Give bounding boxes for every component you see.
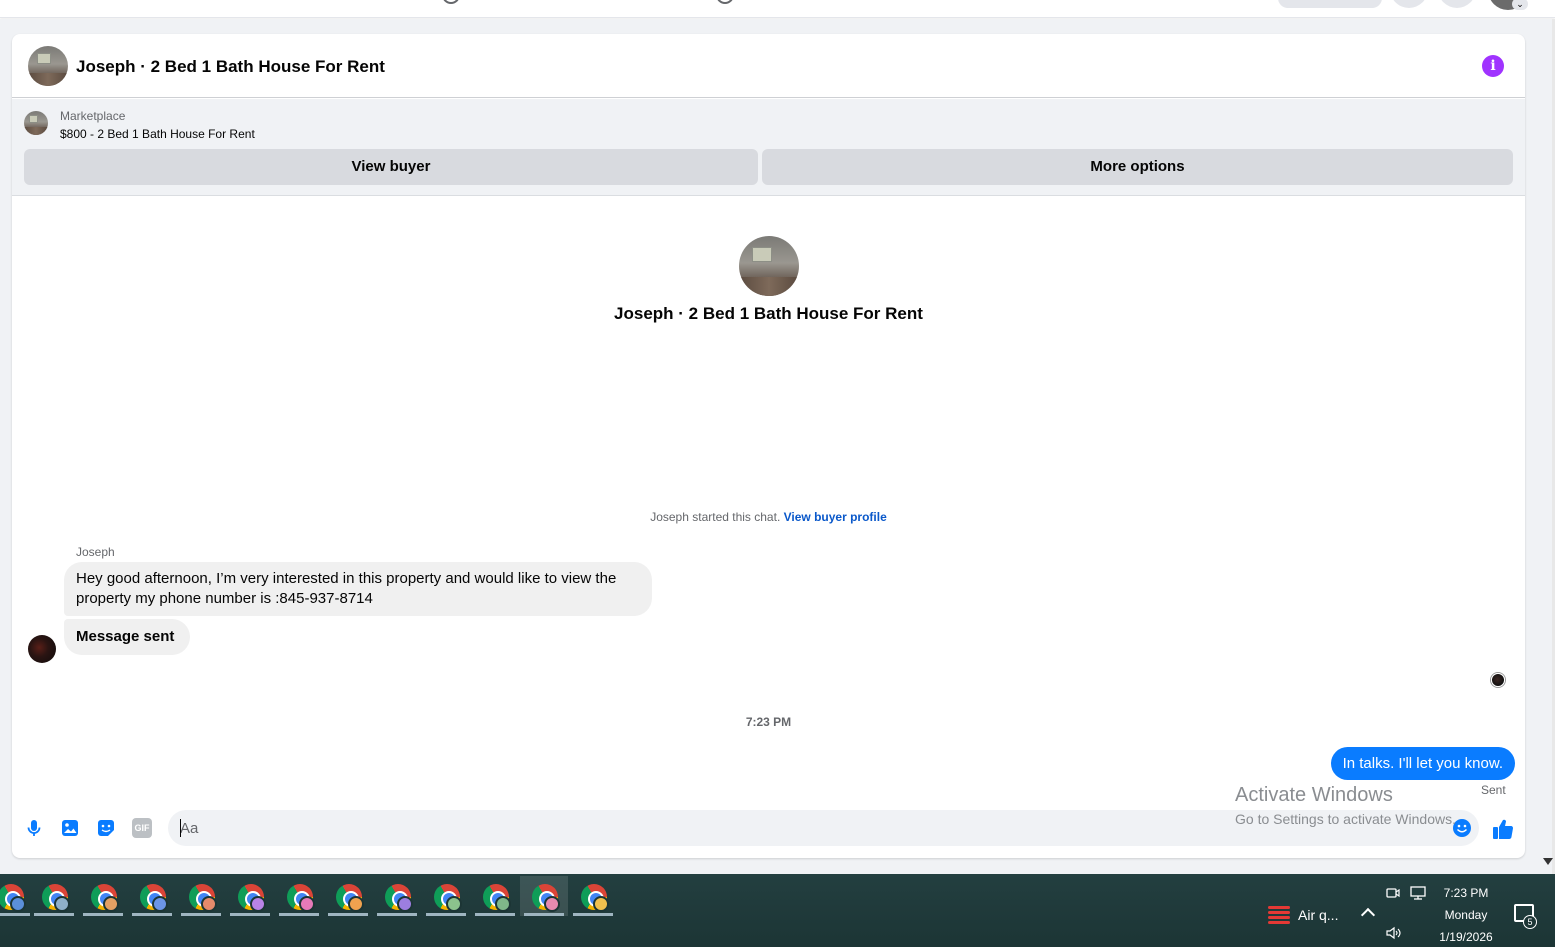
profile-badge-icon bbox=[397, 896, 413, 912]
chrome-taskbar-app[interactable] bbox=[226, 876, 274, 916]
marketplace-label: Marketplace bbox=[60, 109, 126, 123]
profile-badge-icon bbox=[103, 896, 119, 912]
chrome-taskbar-app[interactable] bbox=[373, 876, 421, 916]
app-indicator bbox=[279, 913, 319, 916]
chevron-down-icon[interactable]: ⌄ bbox=[1512, 0, 1528, 10]
chrome-taskbar-app[interactable] bbox=[0, 876, 34, 916]
groups-icon[interactable] bbox=[442, 0, 460, 4]
app-indicator bbox=[426, 913, 466, 916]
show-hidden-icons-icon[interactable] bbox=[1360, 907, 1376, 923]
chrome-taskbar-app[interactable] bbox=[569, 876, 617, 916]
taskbar-time[interactable]: 7:23 PM bbox=[1430, 886, 1502, 900]
chat-header: Joseph · 2 Bed 1 Bath House For Rent i bbox=[12, 34, 1525, 98]
windows-taskbar: Air q... 7:23 PM Monday 1/19/2026 5 bbox=[0, 874, 1555, 947]
app-indicator bbox=[83, 913, 123, 916]
profile-badge-icon bbox=[10, 896, 26, 912]
network-icon[interactable] bbox=[1410, 886, 1428, 900]
app-indicator bbox=[328, 913, 368, 916]
sender-name: Joseph bbox=[76, 545, 115, 559]
app-indicator bbox=[377, 913, 417, 916]
chrome-taskbar-app[interactable] bbox=[177, 876, 225, 916]
view-buyer-button[interactable]: View buyer bbox=[24, 149, 758, 185]
profile-badge-icon bbox=[201, 896, 217, 912]
nav-pill-button[interactable] bbox=[1278, 0, 1382, 8]
app-indicator bbox=[475, 913, 515, 916]
profile-badge-icon bbox=[348, 896, 364, 912]
weather-widget-text[interactable]: Air q... bbox=[1298, 907, 1338, 923]
info-icon[interactable]: i bbox=[1482, 55, 1504, 77]
microphone-icon[interactable] bbox=[24, 818, 44, 838]
app-indicator bbox=[230, 913, 270, 916]
speaker-icon[interactable] bbox=[1385, 926, 1403, 940]
text-cursor bbox=[180, 819, 181, 837]
profile-badge-icon bbox=[54, 896, 70, 912]
chrome-taskbar-app[interactable] bbox=[79, 876, 127, 916]
profile-badge-icon bbox=[495, 896, 511, 912]
incoming-message[interactable]: Hey good afternoon, I’m very interested … bbox=[64, 562, 652, 616]
chrome-taskbar-app[interactable] bbox=[128, 876, 176, 916]
air-quality-icon[interactable] bbox=[1268, 904, 1290, 926]
profile-badge-icon bbox=[250, 896, 266, 912]
gaming-icon[interactable] bbox=[716, 0, 734, 4]
more-options-button[interactable]: More options bbox=[762, 149, 1513, 185]
intro-title: Joseph · 2 Bed 1 Bath House For Rent bbox=[614, 304, 923, 323]
app-indicator bbox=[181, 913, 221, 916]
top-navigation-bar: ⌄ bbox=[0, 0, 1555, 18]
chrome-taskbar-app[interactable] bbox=[30, 876, 78, 916]
chrome-taskbar-app[interactable] bbox=[422, 876, 470, 916]
app-indicator bbox=[34, 913, 74, 916]
scroll-down-arrow[interactable] bbox=[1543, 858, 1553, 865]
emoji-icon[interactable] bbox=[1452, 818, 1472, 838]
listing-title[interactable]: $800 - 2 Bed 1 Bath House For Rent bbox=[60, 127, 255, 141]
started-text: Joseph started this chat. bbox=[650, 510, 781, 524]
incoming-message[interactable]: Message sent bbox=[64, 619, 191, 655]
app-indicator bbox=[0, 913, 30, 916]
chrome-taskbar-app[interactable] bbox=[324, 876, 372, 916]
message-input[interactable] bbox=[168, 810, 1479, 846]
app-indicator bbox=[524, 913, 564, 916]
chrome-taskbar-app[interactable] bbox=[275, 876, 323, 916]
sent-status: Sent bbox=[1481, 783, 1506, 797]
sticker-icon[interactable] bbox=[96, 818, 116, 838]
conversation-title[interactable]: Joseph · 2 Bed 1 Bath House For Rent bbox=[76, 57, 385, 77]
chrome-taskbar-app-active[interactable] bbox=[520, 876, 568, 916]
profile-badge-icon bbox=[299, 896, 315, 912]
meet-now-icon[interactable] bbox=[1386, 885, 1400, 901]
menu-icon[interactable] bbox=[1390, 0, 1428, 8]
view-buyer-profile-link[interactable]: View buyer profile bbox=[784, 510, 887, 524]
thumbs-up-icon[interactable] bbox=[1492, 818, 1514, 840]
profile-badge-icon bbox=[152, 896, 168, 912]
taskbar-date[interactable]: 1/19/2026 bbox=[1430, 930, 1502, 944]
sender-avatar[interactable] bbox=[28, 635, 56, 663]
message-timestamp: 7:23 PM bbox=[745, 715, 792, 729]
read-receipt-avatar bbox=[1491, 673, 1505, 687]
profile-badge-icon bbox=[446, 896, 462, 912]
notifications-icon[interactable] bbox=[1438, 0, 1476, 8]
outgoing-message[interactable]: In talks. I'll let you know. bbox=[1330, 747, 1515, 780]
intro-avatar bbox=[739, 236, 799, 296]
chrome-taskbar-app[interactable] bbox=[471, 876, 519, 916]
app-indicator bbox=[132, 913, 172, 916]
profile-badge-icon bbox=[544, 896, 560, 912]
notification-count-badge: 5 bbox=[1523, 915, 1537, 929]
taskbar-day[interactable]: Monday bbox=[1430, 908, 1502, 922]
app-indicator bbox=[573, 913, 613, 916]
gif-icon[interactable]: GIF bbox=[132, 818, 152, 838]
chat-window: Joseph · 2 Bed 1 Bath House For Rent i M… bbox=[12, 34, 1525, 858]
photo-icon[interactable] bbox=[60, 818, 80, 838]
chat-started-notice: Joseph started this chat. View buyer pro… bbox=[12, 510, 1525, 524]
marketplace-listing-bar: Marketplace $800 - 2 Bed 1 Bath House Fo… bbox=[12, 99, 1525, 196]
listing-thumbnail[interactable] bbox=[24, 111, 48, 135]
conversation-avatar[interactable] bbox=[28, 46, 68, 86]
profile-badge-icon bbox=[593, 896, 609, 912]
